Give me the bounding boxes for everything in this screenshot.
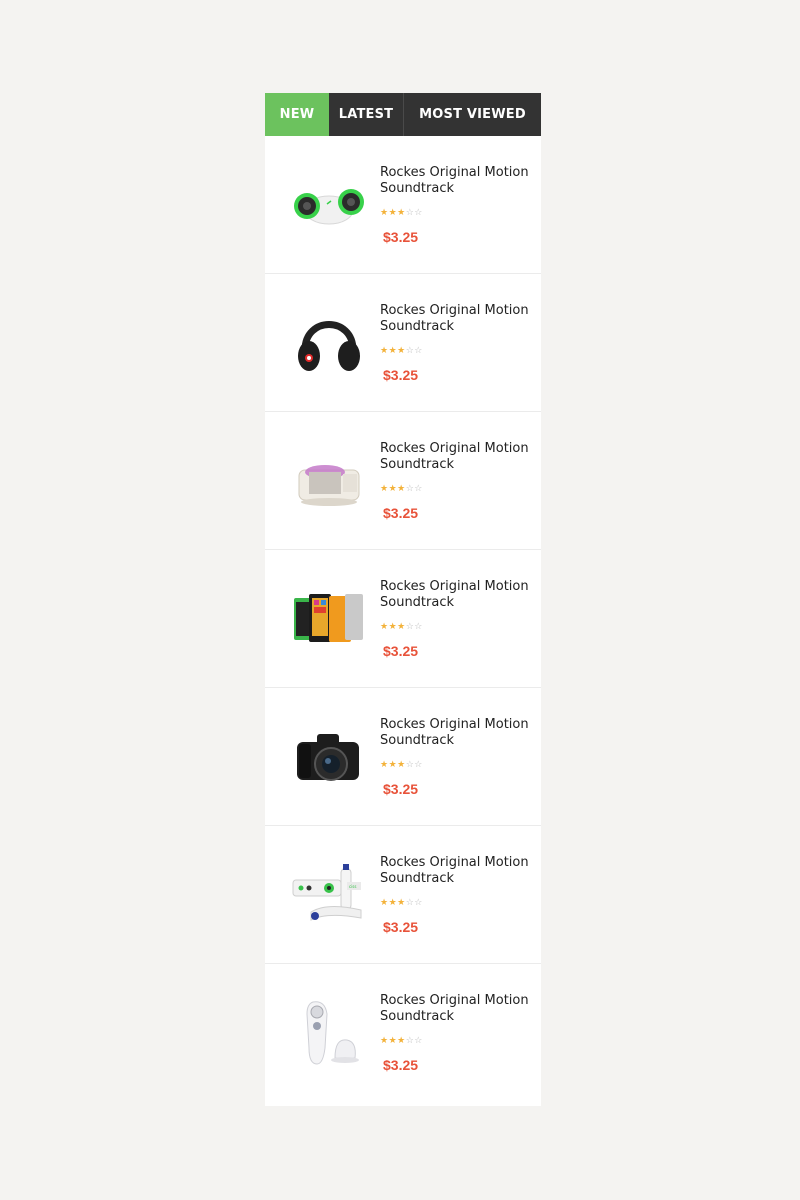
rating-stars: ★★★☆☆ — [380, 759, 423, 769]
product-price: $3.25 — [383, 229, 419, 245]
product-title[interactable]: Rockes Original Motion Soundtrack — [380, 993, 530, 1025]
camera-image[interactable] — [291, 720, 367, 792]
product-price: $3.25 — [383, 505, 419, 521]
product-title[interactable]: Rockes Original Motion Soundtrack — [380, 717, 530, 749]
product-item: Rockes Original Motion Soundtrack ★★★☆☆ … — [265, 964, 541, 1106]
tab-latest[interactable]: LATEST — [329, 93, 404, 136]
product-item: Rockes Original Motion Soundtrack ★★★☆☆ … — [265, 274, 541, 412]
rating-stars: ★★★☆☆ — [380, 207, 423, 217]
rating-stars: ★★★☆☆ — [380, 897, 423, 907]
rating-stars: ★★★☆☆ — [380, 483, 423, 493]
speaker-image[interactable] — [291, 168, 367, 240]
product-price: $3.25 — [383, 367, 419, 383]
rating-stars: ★★★☆☆ — [380, 345, 423, 355]
svg-text:ciss: ciss — [349, 884, 356, 889]
rating-stars: ★★★☆☆ — [380, 621, 423, 631]
tab-bar: NEW LATEST MOST VIEWED — [265, 93, 541, 136]
product-price: $3.25 — [383, 781, 419, 797]
rating-stars: ★★★☆☆ — [380, 1035, 423, 1045]
product-title[interactable]: Rockes Original Motion Soundtrack — [380, 165, 530, 197]
game-controller-image[interactable]: ciss — [291, 858, 367, 930]
tab-most-viewed[interactable]: MOST VIEWED — [404, 93, 541, 136]
tab-new[interactable]: NEW — [265, 93, 329, 136]
product-item: Rockes Original Motion Soundtrack ★★★☆☆ … — [265, 412, 541, 550]
product-title[interactable]: Rockes Original Motion Soundtrack — [380, 441, 530, 473]
product-list: Rockes Original Motion Soundtrack ★★★☆☆ … — [265, 136, 541, 1106]
product-price: $3.25 — [383, 919, 419, 935]
product-title[interactable]: Rockes Original Motion Soundtrack — [380, 303, 530, 335]
product-title[interactable]: Rockes Original Motion Soundtrack — [380, 855, 530, 887]
phones-image[interactable] — [291, 582, 367, 654]
product-title[interactable]: Rockes Original Motion Soundtrack — [380, 579, 530, 611]
headphones-image[interactable] — [291, 306, 367, 378]
product-item: Rockes Original Motion Soundtrack ★★★☆☆ … — [265, 136, 541, 274]
mixer-image[interactable] — [291, 444, 367, 516]
product-item: Rockes Original Motion Soundtrack ★★★☆☆ … — [265, 688, 541, 826]
product-item: Rockes Original Motion Soundtrack ★★★☆☆ … — [265, 550, 541, 688]
product-price: $3.25 — [383, 1057, 419, 1073]
product-tabs-widget: NEW LATEST MOST VIEWED Rockes Original M… — [265, 93, 541, 1106]
product-price: $3.25 — [383, 643, 419, 659]
face-brush-image[interactable] — [291, 996, 367, 1068]
product-item: ciss Rockes Original Motion Soundtrack ★… — [265, 826, 541, 964]
